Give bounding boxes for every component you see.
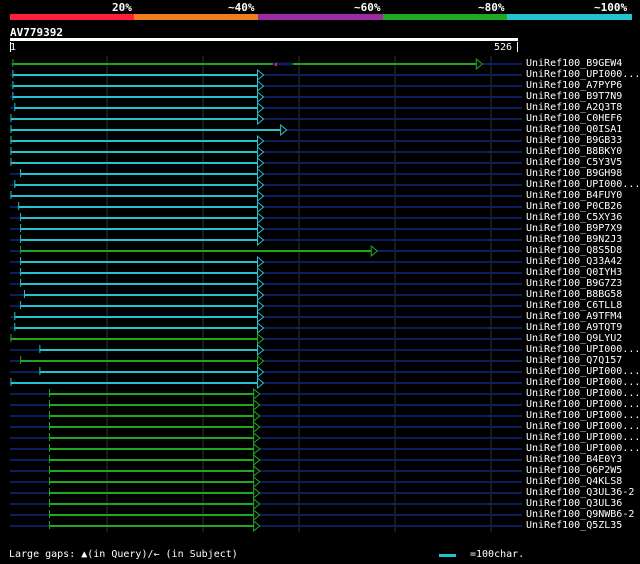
hit-label[interactable]: UniRef100_Q8S5D8 xyxy=(526,245,622,256)
hit-arrow xyxy=(253,409,261,423)
hit-arrow xyxy=(257,156,265,170)
hit-label[interactable]: UniRef100_B9P7X9 xyxy=(526,223,622,234)
hit-arrow xyxy=(257,112,265,126)
hit-arrow xyxy=(257,321,265,335)
hit-arrow xyxy=(257,277,265,291)
hit-arrow xyxy=(257,145,265,159)
hit-label[interactable]: UniRef100_B8BG58 xyxy=(526,289,622,300)
hit-label[interactable]: UniRef100_A2Q3T8 xyxy=(526,102,622,113)
hit-arrow xyxy=(257,211,265,225)
hit-label[interactable]: UniRef100_Q0ISA1 xyxy=(526,124,622,135)
hit-label[interactable]: UniRef100_Q3UL36-2 xyxy=(526,487,634,498)
hit-label[interactable]: UniRef100_Q3UL36 xyxy=(526,498,622,509)
hit-label[interactable]: UniRef100_UPI000... xyxy=(526,443,640,454)
hit-label[interactable]: UniRef100_B4E0Y3 xyxy=(526,454,622,465)
hit-label[interactable]: UniRef100_Q33A42 xyxy=(526,256,622,267)
hit-arrow xyxy=(253,420,261,434)
hit-label[interactable]: UniRef100_UPI000... xyxy=(526,388,640,399)
hit-label[interactable]: UniRef100_B9G7Z3 xyxy=(526,278,622,289)
hit-arrow xyxy=(253,442,261,456)
hit-label[interactable]: UniRef100_Q6P2W5 xyxy=(526,465,622,476)
hit-arrow xyxy=(475,57,484,71)
hit-arrow xyxy=(253,398,261,412)
hit-arrow xyxy=(257,101,265,115)
scale-bar xyxy=(439,554,456,557)
hit-arrow xyxy=(253,431,261,445)
scale-label: =100char. xyxy=(470,549,525,560)
hit-label[interactable]: UniRef100_UPI000... xyxy=(526,366,640,377)
hit-arrow xyxy=(257,178,265,192)
hit-arrow xyxy=(257,167,265,181)
hit-arrow xyxy=(257,343,265,357)
hit-label[interactable]: UniRef100_A7PYP6 xyxy=(526,80,622,91)
hit-arrow xyxy=(280,123,288,137)
hit-arrow xyxy=(257,200,265,214)
hit-arrow xyxy=(257,266,265,280)
hit-label[interactable]: UniRef100_Q5ZL35 xyxy=(526,520,622,531)
hit-label[interactable]: UniRef100_Q4KLS8 xyxy=(526,476,622,487)
hit-label[interactable]: UniRef100_Q9NWB6-2 xyxy=(526,509,634,520)
hit-label[interactable]: UniRef100_B4FUY0 xyxy=(526,190,622,201)
hit-arrow xyxy=(257,288,265,302)
hit-label[interactable]: UniRef100_Q0IYH3 xyxy=(526,267,622,278)
hit-label[interactable]: UniRef100_UPI000... xyxy=(526,410,640,421)
hit-label[interactable]: UniRef100_B9GB33 xyxy=(526,135,622,146)
hit-label[interactable]: UniRef100_Q9LYU2 xyxy=(526,333,622,344)
hit-label[interactable]: UniRef100_Q7Q157 xyxy=(526,355,622,366)
hit-label[interactable]: UniRef100_A9TFM4 xyxy=(526,311,622,322)
hit-arrow xyxy=(253,497,261,511)
hit-arrow xyxy=(253,475,261,489)
hit-label[interactable]: UniRef100_C5Y3V5 xyxy=(526,157,622,168)
hit-label[interactable]: UniRef100_B8BKY0 xyxy=(526,146,622,157)
hit-arrow xyxy=(257,233,265,247)
hit-arrow xyxy=(253,453,261,467)
hit-arrow xyxy=(257,90,265,104)
hit-arrow xyxy=(257,79,265,93)
hit-label[interactable]: UniRef100_B9GEW4 xyxy=(526,58,622,69)
hit-label[interactable]: UniRef100_P0CB26 xyxy=(526,201,622,212)
hit-label[interactable]: UniRef100_UPI000... xyxy=(526,377,640,388)
hit-arrow xyxy=(253,486,261,500)
hit-arrow xyxy=(253,387,261,401)
hit-arrow xyxy=(253,508,261,522)
hit-label[interactable]: UniRef100_UPI000... xyxy=(526,344,640,355)
hit-arrow xyxy=(257,365,265,379)
hit-label[interactable]: UniRef100_A9TQT9 xyxy=(526,322,622,333)
hit-arrow xyxy=(257,68,265,82)
hit-arrow xyxy=(257,222,265,236)
hit-arrow xyxy=(257,299,265,313)
hit-arrow xyxy=(257,354,265,368)
hit-arrow xyxy=(253,464,261,478)
hit-label[interactable]: UniRef100_B9GH98 xyxy=(526,168,622,179)
hit-arrow xyxy=(257,189,265,203)
hit-arrow xyxy=(257,332,265,346)
hit-label[interactable]: UniRef100_UPI000... xyxy=(526,399,640,410)
hit-label[interactable]: UniRef100_B9T7N9 xyxy=(526,91,622,102)
hit-label[interactable]: UniRef100_UPI000... xyxy=(526,179,640,190)
hit-arrow xyxy=(257,255,265,269)
hit-label[interactable]: UniRef100_C0HEF6 xyxy=(526,113,622,124)
hit-arrow xyxy=(257,134,265,148)
hit-arrow xyxy=(370,244,379,258)
hit-label[interactable]: UniRef100_UPI000... xyxy=(526,69,640,80)
large-gaps-note: Large gaps: ▲(in Query)/← (in Subject) xyxy=(9,549,238,560)
hit-label[interactable]: UniRef100_C6TLL8 xyxy=(526,300,622,311)
hit-label[interactable]: UniRef100_B9N2J3 xyxy=(526,234,622,245)
hit-label[interactable]: UniRef100_C5XY36 xyxy=(526,212,622,223)
hit-arrow xyxy=(253,519,261,533)
hit-arrow xyxy=(257,376,265,390)
hit-label[interactable]: UniRef100_UPI000... xyxy=(526,432,640,443)
hit-arrow xyxy=(257,310,265,324)
hit-label[interactable]: UniRef100_UPI000... xyxy=(526,421,640,432)
